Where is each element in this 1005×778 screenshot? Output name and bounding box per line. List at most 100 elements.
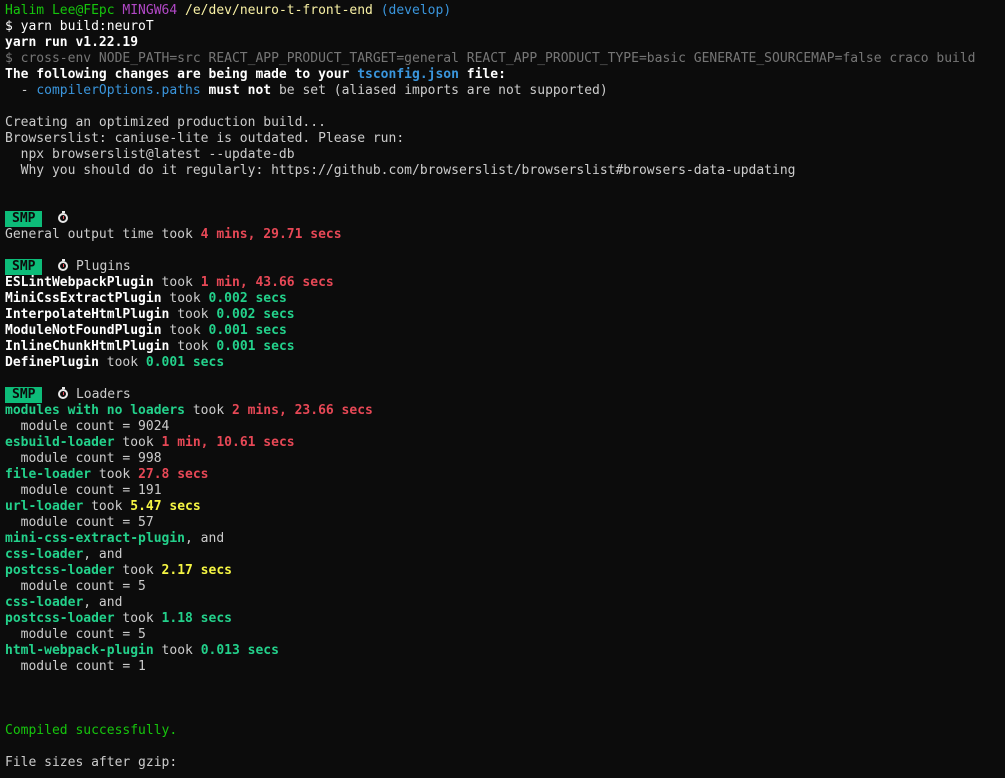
loader-name: html-webpack-plugin (5, 643, 154, 658)
loader-row: css-loader, and (5, 595, 1005, 611)
plugin-time: 0.001 secs (145, 355, 225, 370)
plugin-took: took (98, 355, 146, 370)
yarn-version: yarn run v1.22.19 (5, 35, 139, 50)
prompt-branch: (develop) (380, 3, 452, 18)
tsconfig-intro: The following changes are being made to … (5, 67, 358, 82)
loader-time: 5.47 secs (130, 499, 201, 514)
loader-name: css-loader (5, 547, 84, 562)
plugin-row: DefinePlugin took 0.001 secs (5, 355, 1005, 371)
loader-took: took (185, 403, 232, 418)
loader-row: url-loader took 5.47 secs (5, 499, 1005, 515)
plugin-took: took (161, 323, 209, 338)
module-count: module count = 5 (5, 579, 146, 594)
plugin-row: MiniCssExtractPlugin took 0.002 secs (5, 291, 1005, 307)
plugin-name: ModuleNotFoundPlugin (5, 323, 162, 338)
loader-name: file-loader (5, 467, 92, 482)
loader-and: , and (83, 595, 123, 610)
build-msg: npx browserslist@latest --update-db (5, 147, 295, 162)
general-label: General output time took (5, 227, 201, 242)
plugin-name: MiniCssExtractPlugin (5, 291, 162, 306)
loader-time: 2 mins, 23.66 secs (231, 403, 373, 418)
loader-name: modules with no loaders (5, 403, 186, 418)
compiled-message: Compiled successfully. (5, 723, 178, 738)
loader-name: css-loader (5, 595, 84, 610)
smp-badge: SMP (5, 387, 43, 403)
plugin-row: InlineChunkHtmlPlugin took 0.001 secs (5, 339, 1005, 355)
plugin-time: 0.002 secs (216, 307, 295, 322)
smp-badge: SMP (5, 259, 43, 275)
module-count: module count = 1 (5, 659, 146, 674)
cross-env-command: $ cross-env NODE_PATH=src REACT_APP_PROD… (5, 51, 976, 66)
loader-name: mini-css-extract-plugin (5, 531, 186, 546)
loader-time: 1 min, 10.61 secs (161, 435, 295, 450)
stopwatch-icon (58, 259, 69, 271)
prompt-path: /e/dev/neuro-t-front-end (185, 3, 373, 18)
loader-time: 0.013 secs (200, 643, 279, 658)
plugin-row: InterpolateHtmlPlugin took 0.002 secs (5, 307, 1005, 323)
loader-row: postcss-loader took 2.17 secs (5, 563, 1005, 579)
loader-took: took (114, 435, 162, 450)
loader-row: html-webpack-plugin took 0.013 secs (5, 643, 1005, 659)
smp-general-header: SMP (5, 211, 1005, 227)
module-count: module count = 5 (5, 627, 146, 642)
loader-name: esbuild-loader (5, 435, 115, 450)
tsconfig-dash: - (5, 83, 37, 98)
loaders-label: Loaders (75, 387, 131, 402)
loader-took: took (91, 467, 139, 482)
loader-took: took (114, 563, 162, 578)
module-count: module count = 57 (5, 515, 154, 530)
plugin-name: DefinePlugin (5, 355, 99, 370)
plugin-row: ESLintWebpackPlugin took 1 min, 43.66 se… (5, 275, 1005, 291)
plugin-time: 0.002 secs (208, 291, 287, 306)
loader-took: took (83, 499, 131, 514)
plugin-time: 0.001 secs (208, 323, 287, 338)
plugin-took: took (169, 339, 217, 354)
smp-loaders-header: SMP Loaders (5, 387, 1005, 403)
stopwatch-icon (58, 387, 69, 399)
plugins-label: Plugins (75, 259, 131, 274)
loader-row: mini-css-extract-plugin, and (5, 531, 1005, 547)
plugin-time: 0.001 secs (216, 339, 295, 354)
loader-row: css-loader, and (5, 547, 1005, 563)
plugin-name: ESLintWebpackPlugin (5, 275, 154, 290)
loader-time: 27.8 secs (138, 467, 209, 482)
terminal-window[interactable]: Halim Lee@FEpc MINGW64 /e/dev/neuro-t-fr… (0, 0, 1005, 778)
prompt-system: MINGW64 (122, 3, 178, 18)
loader-and: , and (185, 531, 225, 546)
tsconfig-option: compilerOptions.paths (36, 83, 201, 98)
loader-and: , and (83, 547, 123, 562)
general-time: 4 mins, 29.71 secs (200, 227, 342, 242)
loader-name: url-loader (5, 499, 84, 514)
plugin-row: ModuleNotFoundPlugin took 0.001 secs (5, 323, 1005, 339)
loader-name: postcss-loader (5, 563, 115, 578)
module-count: module count = 998 (5, 451, 162, 466)
plugin-took: took (153, 275, 201, 290)
loader-row: modules with no loaders took 2 mins, 23.… (5, 403, 1005, 419)
prompt-user: Halim Lee@FEpc (5, 3, 115, 18)
shell-prompt: Halim Lee@FEpc MINGW64 /e/dev/neuro-t-fr… (5, 3, 1005, 19)
tsconfig-notice: The following changes are being made to … (5, 67, 1005, 83)
build-msg: Browserslist: caniuse-lite is outdated. … (5, 131, 405, 146)
plugin-name: InlineChunkHtmlPlugin (5, 339, 170, 354)
build-msg: Why you should do it regularly: https://… (5, 163, 796, 178)
tsconfig-option-line: - compilerOptions.paths must not be set … (5, 83, 1005, 99)
stopwatch-icon (58, 211, 69, 223)
tsconfig-suffix: file: (458, 67, 506, 82)
plugin-time: 1 min, 43.66 secs (200, 275, 334, 290)
plugin-name: InterpolateHtmlPlugin (5, 307, 170, 322)
plugin-took: took (161, 291, 209, 306)
plugin-took: took (169, 307, 217, 322)
build-msg: Creating an optimized production build..… (5, 115, 326, 130)
smp-plugins-header: SMP Plugins (5, 259, 1005, 275)
tsconfig-file: tsconfig.json (357, 67, 459, 82)
loader-row: file-loader took 27.8 secs (5, 467, 1005, 483)
module-count: module count = 191 (5, 483, 162, 498)
